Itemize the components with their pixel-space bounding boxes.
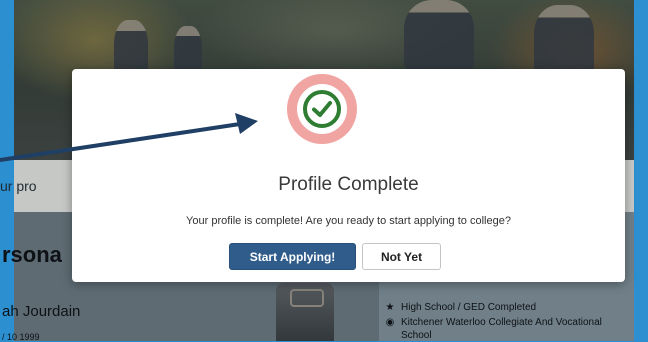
fact-text: Kitchener Waterloo Collegiate And Vocati… xyxy=(401,317,602,328)
not-yet-button[interactable]: Not Yet xyxy=(362,243,441,270)
personal-heading: rsona xyxy=(2,242,62,267)
fact-item: ◉ Kitchener Waterloo Collegiate And Voca… xyxy=(385,317,602,328)
fact-item: ★ High School / GED Completed xyxy=(385,302,537,313)
modal-message: Your profile is complete! Are you ready … xyxy=(186,215,511,227)
school-icon: ◉ xyxy=(385,317,395,328)
fact-text: School xyxy=(401,330,432,341)
fact-item: School xyxy=(385,330,432,341)
student-name: ah Jourdain xyxy=(2,303,81,320)
fact-text: High School / GED Completed xyxy=(401,302,537,313)
checkmark-circle-icon xyxy=(287,74,357,144)
start-applying-button[interactable]: Start Applying! xyxy=(229,243,356,270)
modal-title: Profile Complete xyxy=(278,174,419,195)
profile-strip-text: ur pro xyxy=(0,178,37,194)
check-icon xyxy=(303,90,341,128)
backpack-image xyxy=(276,283,334,341)
star-icon: ★ xyxy=(385,302,395,313)
